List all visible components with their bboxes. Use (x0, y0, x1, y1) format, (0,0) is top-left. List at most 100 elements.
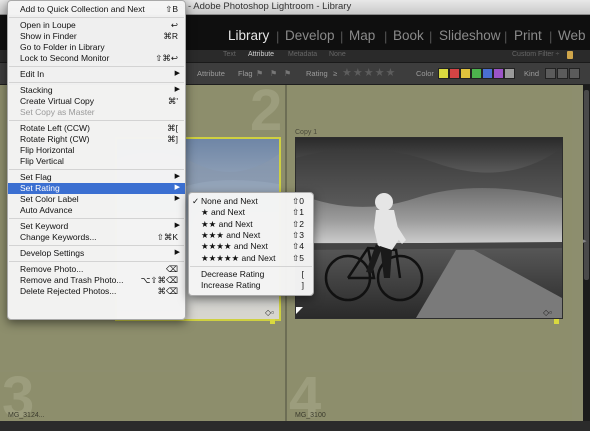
attribute-label: Attribute (197, 69, 225, 78)
set-rating-submenu: ✓ None and Next ⇧0 ★ and Next ⇧1 ★★ and Next ⇧… (188, 192, 314, 296)
kind-filter-virtual[interactable] (557, 68, 568, 79)
menu-item-develop-settings[interactable]: Develop Settings ▶ (8, 248, 185, 259)
menu-item-change-keywords[interactable]: Change Keywords... ⇧⌘K (8, 232, 185, 243)
menu-item-auto-advance[interactable]: Auto Advance (8, 205, 185, 216)
right-panel-toggle-icon[interactable]: ▸ (583, 237, 587, 245)
module-print[interactable]: Print (514, 28, 542, 43)
menu-item-add-to-quick-collection-and-next[interactable]: Add to Quick Collection and Next ⇧B (8, 4, 185, 15)
menu-item-shortcut: ⇧⌘K (156, 232, 178, 242)
kind-filter-video[interactable] (569, 68, 580, 79)
menu-item-set-flag[interactable]: Set Flag ▶ (8, 172, 185, 183)
badge-icon: ◇▫ (543, 308, 552, 317)
menu-item-star-and-next[interactable]: ★ and Next ⇧1 (189, 207, 313, 218)
menu-item-star-star-star-and-next[interactable]: ★★★ and Next ⇧3 (189, 230, 313, 241)
menu-item-star-star-and-next[interactable]: ★★ and Next ⇧2 (189, 219, 313, 230)
color-swatch[interactable] (449, 68, 460, 79)
menu-item-label: Decrease Rating (201, 268, 265, 279)
menu-item-flip-vertical[interactable]: Flip Vertical (8, 156, 185, 167)
menu-item-lock-to-second-monitor[interactable]: Lock to Second Monitor ⇧⌘↩ (8, 53, 185, 64)
photo-image (296, 138, 562, 318)
lock-icon[interactable] (567, 51, 573, 59)
menu-item-label: Edit In (20, 69, 45, 79)
filter-tab-none[interactable]: None (329, 51, 346, 58)
menu-separator (9, 82, 184, 83)
module-separator: | (276, 29, 280, 44)
menu-item-shortcut: ⇧0 (292, 196, 304, 206)
module-library[interactable]: Library (228, 28, 269, 43)
color-swatch[interactable] (471, 68, 482, 79)
menu-item-label: Rotate Right (CW) (20, 134, 90, 144)
menu-item-decrease-rating[interactable]: Decrease Rating [ (189, 269, 313, 280)
photo-thumbnail[interactable] (295, 137, 563, 319)
module-separator: | (384, 29, 388, 44)
menu-item-shortcut: ⇧B (165, 4, 178, 14)
module-book[interactable]: Book (393, 28, 424, 43)
menu-item-remove-photo[interactable]: Remove Photo... ⌫ (8, 264, 185, 275)
menu-item-edit-in[interactable]: Edit In ▶ (8, 69, 185, 80)
menu-item-label: Remove Photo... (20, 264, 84, 274)
menu-item-label: Flip Horizontal (20, 145, 75, 155)
menu-item-label: ★★★ and Next (201, 229, 261, 240)
menu-item-star-star-star-star-and-next[interactable]: ★★★★ and Next ⇧4 (189, 241, 313, 252)
menu-item-increase-rating[interactable]: Increase Rating] (189, 280, 313, 291)
menu-item-label: Go to Folder in Library (20, 42, 105, 52)
color-swatch[interactable] (504, 68, 515, 79)
menu-item-label: Set Copy as Master (20, 107, 95, 117)
menu-item-flip-horizontal[interactable]: Flip Horizontal (8, 145, 185, 156)
filter-tab-attribute[interactable]: Attribute (248, 51, 274, 58)
menu-item-stacking[interactable]: Stacking ▶ (8, 85, 185, 96)
menu-item-label: Set Flag (20, 172, 52, 182)
rating-operator[interactable]: ≥ (333, 69, 337, 78)
cell-index: 2 (250, 78, 283, 143)
color-swatch[interactable] (460, 68, 471, 79)
menu-item-label: Remove and Trash Photo... (20, 275, 124, 285)
color-swatch[interactable] (493, 68, 504, 79)
badge-icon: ◇▫ (265, 308, 274, 317)
menu-item-rotate-right-cw[interactable]: Rotate Right (CW) ⌘] (8, 134, 185, 145)
color-swatch[interactable] (482, 68, 493, 79)
module-map[interactable]: Map (349, 28, 375, 43)
menu-item-label: Develop Settings (20, 248, 85, 258)
menu-item-none-and-next[interactable]: ✓ None and Next ⇧0 (189, 196, 313, 207)
menu-item-set-copy-as-master[interactable]: Set Copy as Master (8, 107, 185, 118)
menu-separator (9, 245, 184, 246)
grid-cell[interactable]: 3 MG_3124... (0, 365, 285, 430)
filter-tab-metadata[interactable]: Metadata (288, 51, 317, 58)
submenu-arrow-icon: ▶ (174, 195, 180, 202)
menu-item-create-virtual-copy[interactable]: Create Virtual Copy ⌘' (8, 96, 185, 107)
menu-item-rotate-left-ccw[interactable]: Rotate Left (CCW) ⌘[ (8, 123, 185, 134)
module-web[interactable]: Web (558, 28, 586, 43)
menu-item-show-in-finder[interactable]: Show in Finder ⌘R (8, 31, 185, 42)
menu-item-label: Rotate Left (CCW) (20, 123, 90, 133)
module-slideshow[interactable]: Slideshow (439, 28, 501, 43)
reject-flag-icon[interactable]: ⚑ (284, 69, 291, 78)
grid-cell[interactable]: Copy 1 ◇▫ (287, 85, 572, 370)
menu-item-label: Change Keywords... (20, 232, 97, 242)
menu-item-set-keyword[interactable]: Set Keyword ▶ (8, 221, 185, 232)
menu-item-star-star-star-star-star-and-next[interactable]: ★★★★★ and Next ⇧5 (189, 253, 313, 264)
cell-caption: MG_3100 (295, 412, 326, 419)
grid-cell[interactable]: 4 MG_3100 (287, 365, 572, 430)
menu-item-open-in-loupe[interactable]: Open in Loupe ↩ (8, 20, 185, 31)
kind-filter-master[interactable] (545, 68, 556, 79)
custom-filter-dropdown[interactable]: Custom Filter ÷ (512, 51, 559, 58)
window-title: st - Adobe Photoshop Lightroom - Library (178, 1, 352, 12)
menu-item-remove-and-trash-photo[interactable]: Remove and Trash Photo... ⌥⇧⌘⌫ (8, 275, 185, 286)
menu-item-go-to-folder-in-library[interactable]: Go to Folder in Library (8, 42, 185, 53)
rating-stars-filter[interactable]: ★★★★★ (342, 66, 396, 79)
menu-item-shortcut: ] (301, 280, 304, 291)
menu-item-label: Open in Loupe (20, 20, 76, 30)
menu-item-label: Flip Vertical (20, 156, 64, 166)
module-develop[interactable]: Develop (285, 28, 335, 43)
scrollbar-thumb[interactable] (584, 90, 589, 280)
corner-marker (296, 307, 303, 314)
menu-item-delete-rejected-photos[interactable]: Delete Rejected Photos... ⌘⌫ (8, 286, 185, 297)
menu-item-set-color-label[interactable]: Set Color Label ▶ (8, 194, 185, 205)
menu-item-set-rating[interactable]: Set Rating ▶ (8, 183, 185, 194)
menu-item-label: None and Next (201, 196, 258, 206)
menu-item-shortcut: ⇧4 (292, 241, 304, 252)
filter-tab-text[interactable]: Text (223, 51, 236, 58)
module-separator: | (429, 29, 433, 44)
cell-caption: MG_3124... (8, 412, 45, 419)
color-swatch[interactable] (438, 68, 449, 79)
